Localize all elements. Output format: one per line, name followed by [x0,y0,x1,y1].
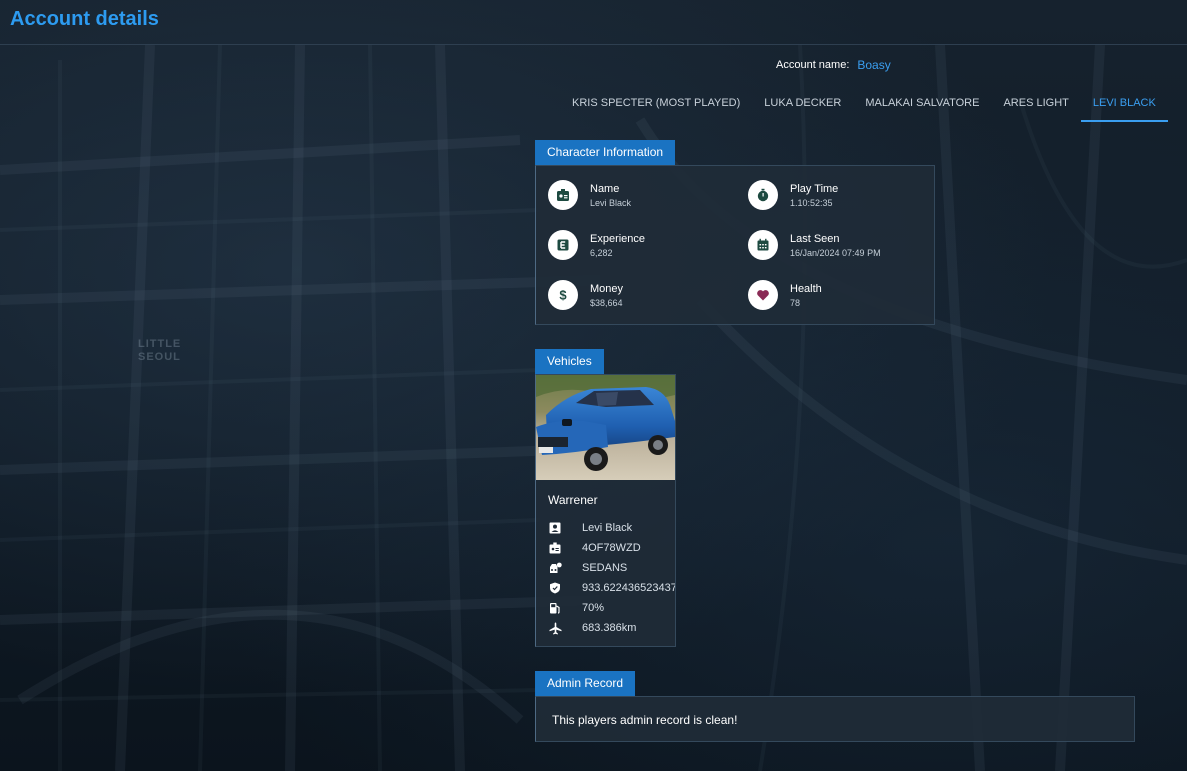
airplane-icon [548,621,562,635]
admin-record-panel: This players admin record is clean! [535,696,1135,742]
info-experience-value: 6,282 [590,247,613,258]
info-last-seen: Last Seen 16/Jan/2024 07:49 PM [748,230,881,260]
info-name-label: Name [590,182,620,195]
info-play-time: Play Time 1.10:52:35 [748,180,838,210]
page-title: Account details [10,8,159,30]
tab-ares-light[interactable]: ARES LIGHT [991,86,1080,122]
vehicle-name: Warrener [548,493,598,507]
info-experience: Experience 6,282 [548,230,645,260]
tab-kris-specter[interactable]: KRIS SPECTER (MOST PLAYED) [560,86,752,122]
admin-record-header: Admin Record [535,671,636,696]
fuel-icon [548,601,562,615]
tab-luka-decker[interactable]: LUKA DECKER [752,86,853,122]
vehicle-plate-row: 4OF78WZD [548,541,641,555]
info-last-seen-label: Last Seen [790,232,840,245]
stopwatch-icon [748,180,778,210]
info-play-time-label: Play Time [790,182,839,195]
info-experience-label: Experience [590,232,646,245]
heart-icon [748,280,778,310]
class-icon [548,561,562,575]
info-money-label: Money [590,282,624,295]
admin-record-message: This players admin record is clean! [552,713,738,727]
info-last-seen-value: 16/Jan/2024 07:49 PM [790,247,881,258]
vehicles-header: Vehicles [535,349,604,374]
vehicle-fuel-row: 70% [548,601,604,615]
info-play-time-value: 1.10:52:35 [790,197,833,208]
id-badge-icon [548,180,578,210]
vehicle-image [536,375,675,480]
vehicle-condition-row: 933.6224365234375 [548,581,676,595]
info-health: Health 78 [748,280,822,310]
vehicle-fuel: 70% [582,602,605,614]
character-info-header: Character Information [535,140,676,165]
tab-levi-black[interactable]: LEVI BLACK [1080,86,1168,122]
info-name-value: Levi Black [590,197,632,208]
account-name-label: Account name: [776,59,850,71]
map-district-label: LITTLE SEOUL [138,338,182,363]
info-health-value: 78 [790,297,801,308]
info-money-value: $38,664 [590,297,623,308]
dollar-icon: $ [548,280,578,310]
calendar-icon [748,230,778,260]
vehicle-mileage-row: 683.386km [548,621,636,635]
tab-malakai-salvatore[interactable]: MALAKAI SALVATORE [853,86,991,122]
info-health-label: Health [790,282,822,295]
vehicle-class: SEDANS [582,562,628,574]
info-money: $ Money $38,664 [548,280,623,310]
page-header: Account details [0,0,1187,45]
account-name-row: Account name: Boasy [776,58,891,72]
vehicle-plate: 4OF78WZD [582,542,641,554]
vehicle-owner: Levi Black [582,522,633,534]
vehicle-condition: 933.6224365234375 [582,582,676,594]
vehicle-card[interactable]: Warrener Levi Black 4OF78WZD SEDANS 933.… [535,374,676,647]
experience-icon [548,230,578,260]
svg-text:$: $ [559,288,567,302]
vehicle-class-row: SEDANS [548,561,627,575]
shield-icon [548,581,562,595]
vehicle-mileage: 683.386km [582,622,637,634]
info-name: Name Levi Black [548,180,631,210]
plate-icon [548,541,562,555]
character-info-panel: Name Levi Black Play Time 1.10:52:35 Exp… [535,165,935,325]
account-name-value: Boasy [857,58,891,72]
character-tabs: KRIS SPECTER (MOST PLAYED) LUKA DECKER M… [560,86,1168,122]
vehicle-owner-row: Levi Black [548,521,632,535]
owner-icon [548,521,562,535]
